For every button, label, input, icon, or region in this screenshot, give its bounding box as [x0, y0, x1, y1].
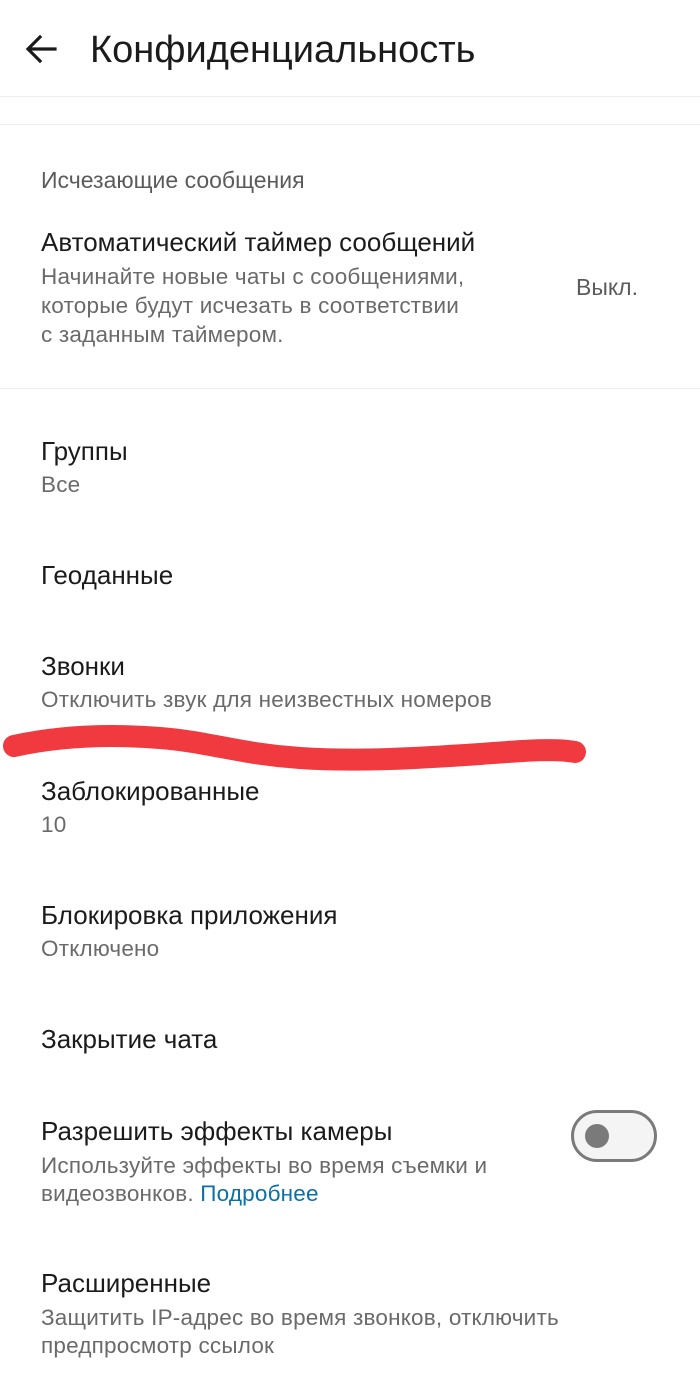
setting-value: Отключить звук для неизвестных номеров — [41, 687, 492, 712]
setting-title: Заблокированные — [41, 776, 260, 806]
setting-title: Расширенные — [41, 1268, 212, 1298]
setting-title: Блокировка приложения — [41, 900, 338, 930]
setting-value: 10 — [41, 812, 67, 837]
setting-description-line: видеозвонков. Подробнее — [41, 1179, 319, 1208]
divider — [0, 388, 700, 389]
setting-title: Автоматический таймер сообщений — [41, 227, 476, 257]
back-button[interactable] — [18, 26, 64, 72]
setting-value: Отключено — [41, 936, 160, 961]
setting-description-line: предпросмотр ссылок — [41, 1333, 275, 1358]
setting-title: Группы — [41, 436, 128, 466]
advanced-setting[interactable]: Расширенные Защитить IP-адрес во время з… — [0, 1250, 700, 1370]
setting-title: Звонки — [41, 651, 125, 681]
setting-value: Все — [41, 472, 81, 497]
app-bar: Конфиденциальность — [0, 0, 700, 97]
description-text: видеозвонков. — [41, 1181, 194, 1206]
blocked-contacts-setting[interactable]: Заблокированные 10 — [0, 760, 700, 850]
learn-more-link[interactable]: Подробнее — [200, 1181, 319, 1206]
setting-description-line: которые будут исчезать в соответствии — [41, 293, 459, 318]
setting-title: Геоданные — [41, 560, 174, 590]
toggle-knob — [585, 1124, 609, 1148]
chat-lock-setting[interactable]: Закрытие чата — [0, 1005, 700, 1075]
groups-setting[interactable]: Группы Все — [0, 420, 700, 515]
calls-setting[interactable]: Звонки Отключить звук для неизвестных но… — [0, 630, 700, 725]
setting-description-line: Используйте эффекты во время съемки и — [41, 1153, 488, 1178]
setting-description-line: Начинайте новые чаты с сообщениями, — [41, 264, 465, 289]
setting-title: Разрешить эффекты камеры — [41, 1116, 393, 1146]
setting-description-line: с заданным таймером. — [41, 322, 284, 347]
app-lock-setting[interactable]: Блокировка приложения Отключено — [0, 885, 700, 975]
page-title: Конфиденциальность — [90, 29, 476, 71]
setting-description-line: Защитить IP-адрес во время звонков, откл… — [41, 1305, 559, 1330]
divider — [0, 124, 700, 125]
default-message-timer-setting[interactable]: Автоматический таймер сообщений Начинайт… — [0, 220, 700, 370]
section-label-disappearing-messages: Исчезающие сообщения — [41, 167, 305, 193]
setting-title: Закрытие чата — [41, 1024, 218, 1054]
arrow-left-icon — [25, 34, 57, 64]
location-setting[interactable]: Геоданные — [0, 540, 700, 610]
setting-value: Выкл. — [575, 274, 638, 300]
camera-effects-toggle[interactable] — [571, 1110, 657, 1162]
